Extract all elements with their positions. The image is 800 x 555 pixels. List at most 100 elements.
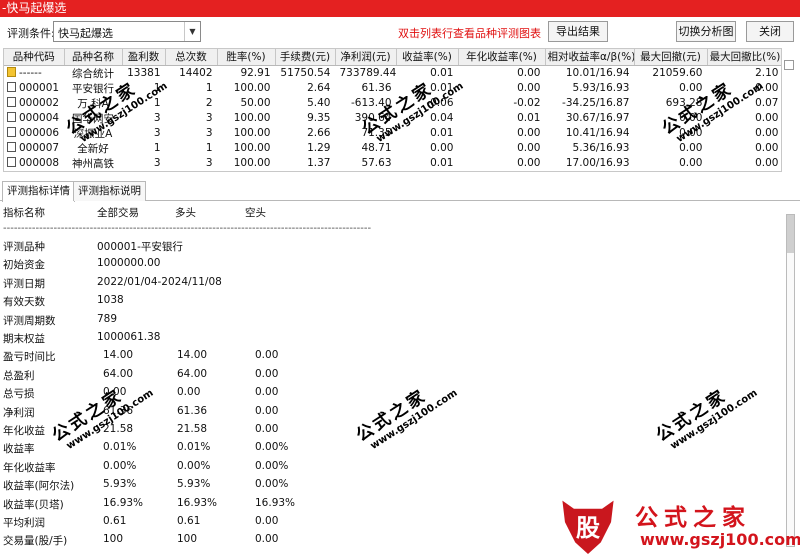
table-cell: -0.06 [396,96,458,111]
detail-header: 多头 [175,207,196,219]
column-header[interactable]: 品种名称 [64,49,123,66]
column-header[interactable]: 品种代码 [4,49,65,66]
detail-label: 初始资金 [3,259,45,272]
table-row[interactable]: 000004 国华网安 3 3 100.00 9.35 390.64 0.04 0.01 30.6… [4,111,781,126]
table-cell: 3 [122,126,165,141]
detail-header-row: 指标名称 全部交易 多头 空头 [3,205,403,223]
table-row[interactable]: 000007 全新好 1 1 100.00 1.29 48.71 0.00 0.00 5.36/1… [4,141,781,156]
table-cell: 0.00 [707,156,781,171]
column-header[interactable]: 盈利数 [122,49,166,66]
table-cell: 3 [165,126,217,141]
table-row[interactable]: 000001 平安银行 1 1 100.00 2.64 61.36 0.01 0.00 5.93/… [4,81,781,96]
condition-select[interactable]: 快马起爆选 ▼ [53,21,201,42]
metric-label: 总亏损 [3,388,35,401]
table-cell: 100.00 [217,141,275,156]
tab-indicator-help[interactable]: 评测指标说明 [73,181,146,201]
table-cell: 0.00 [458,156,545,171]
condition-label: 评测条件: [7,27,55,40]
cell-text: 71.35 [361,127,392,139]
detail-scrollbar-thumb[interactable] [787,215,794,253]
switch-chart-button[interactable]: 切换分析图 [676,21,736,42]
table-cell: 1 [165,141,217,156]
column-header[interactable]: 最大回撤比(%) [707,49,781,66]
checkbox[interactable] [7,157,16,167]
table-cell: 0.00 [634,81,707,96]
table-cell: 2.66 [275,126,335,141]
cell-text: 1 [153,97,161,109]
metric-all: 14.00 [103,349,134,362]
close-button[interactable]: 关闭 [746,21,794,42]
checkbox[interactable] [7,112,16,122]
checkbox[interactable] [7,82,16,92]
cell-text: 000006 [19,127,60,139]
table-cell: -613.40 [335,96,396,111]
cell-text: 深振业A [73,127,113,140]
tab-indicator-details[interactable]: 评测指标详情 [2,181,75,202]
table-cell: 100.00 [217,156,275,171]
table-cell: 390.64 [335,111,396,126]
metric-long: 0.00% [177,459,211,472]
cell-text: 21059.60 [652,67,703,79]
metric-label: 年化收益率 [3,461,56,474]
toolbar: 评测条件: 快马起爆选 ▼ 双击列表行查看品种评测图表 导出结果 切换分析图 关… [0,17,800,47]
table-row[interactable]: ------ 综合统计 13381 14402 92.91 51750.54 733789.… [4,65,781,81]
folder-icon[interactable] [7,67,16,77]
detail-info-row: 初始资金 1000000.00 [3,257,403,275]
detail-header: 空头 [245,207,266,219]
metric-long: 5.93% [177,478,211,491]
metric-label: 收益率(阿尔法) [3,480,75,493]
metric-label: 平均利润 [3,517,45,529]
table-cell: 5.40 [275,96,335,111]
cell-text: ------ [19,67,42,79]
column-header[interactable]: 收益率(%) [396,49,459,66]
table-cell: 10.01/16.94 [545,65,634,81]
metric-short: 0.00 [255,515,279,527]
table-row[interactable]: 000002 万 科A 1 2 50.00 5.40 -613.40 -0.06 -0.02 -3… [4,96,781,111]
column-header[interactable]: 相对收益率α/β(%) [545,49,635,66]
cell-text: -0.02 [513,97,541,109]
cell-text: 3 [153,157,161,169]
table-cell: 0.00 [707,111,781,126]
table-row[interactable]: 000006 深振业A 3 3 100.00 2.66 71.35 0.01 0.00 10.41… [4,126,781,141]
checkbox[interactable] [7,97,16,107]
chevron-down-icon[interactable]: ▼ [184,22,200,41]
column-header[interactable]: 总次数 [165,49,218,66]
table-cell: 万 科A [64,96,122,111]
detail-value: 1000061.38 [97,331,161,343]
detail-tabs: 评测指标详情 评测指标说明 [0,179,800,202]
table-cell: 50.00 [217,96,275,111]
cell-text: 733789.44 [339,67,396,79]
export-button[interactable]: 导出结果 [548,21,608,42]
table-cell: 神州高铁 [64,156,122,171]
column-header[interactable]: 净利润(元) [335,49,397,66]
cell-text: 0.01 [517,112,541,124]
table-cell: 3 [122,156,165,171]
table-scrollbar[interactable] [784,60,794,70]
cell-text: 0.01 [430,67,454,79]
detail-metric-row: 净利润 61.36 61.36 0.00 [3,405,403,423]
table-cell: 全新好 [64,141,122,156]
cell-text: 100.00 [233,127,271,139]
table-cell: 0.00 [634,141,707,156]
cell-text: 全新好 [77,142,109,155]
column-header[interactable]: 年化收益率(%) [458,49,546,66]
checkbox[interactable] [7,142,16,152]
metric-label: 年化收益 [3,425,45,437]
table-cell: 100.00 [217,126,275,141]
table-cell: 733789.44 [335,65,396,81]
cell-text: 3 [205,112,213,124]
metric-all: 0.61 [103,515,127,527]
cell-text: 1.37 [307,157,331,169]
stock-code-cell: 000007 [4,141,64,156]
detail-header: 全部交易 [97,207,139,219]
column-header[interactable]: 胜率(%) [217,49,276,66]
column-header[interactable]: 最大回撤(元) [634,49,708,66]
cell-text: 5.40 [307,97,331,109]
table-row[interactable]: 000008 神州高铁 3 3 100.00 1.37 57.63 0.01 0.00 17.00… [4,156,781,171]
bull-logo-icon: 股 [562,500,614,554]
checkbox[interactable] [7,127,16,137]
metric-short: 0.00 [255,386,279,399]
stock-code-cell: 000002 [4,96,64,111]
metric-short: 0.00% [255,459,289,472]
column-header[interactable]: 手续费(元) [275,49,336,66]
